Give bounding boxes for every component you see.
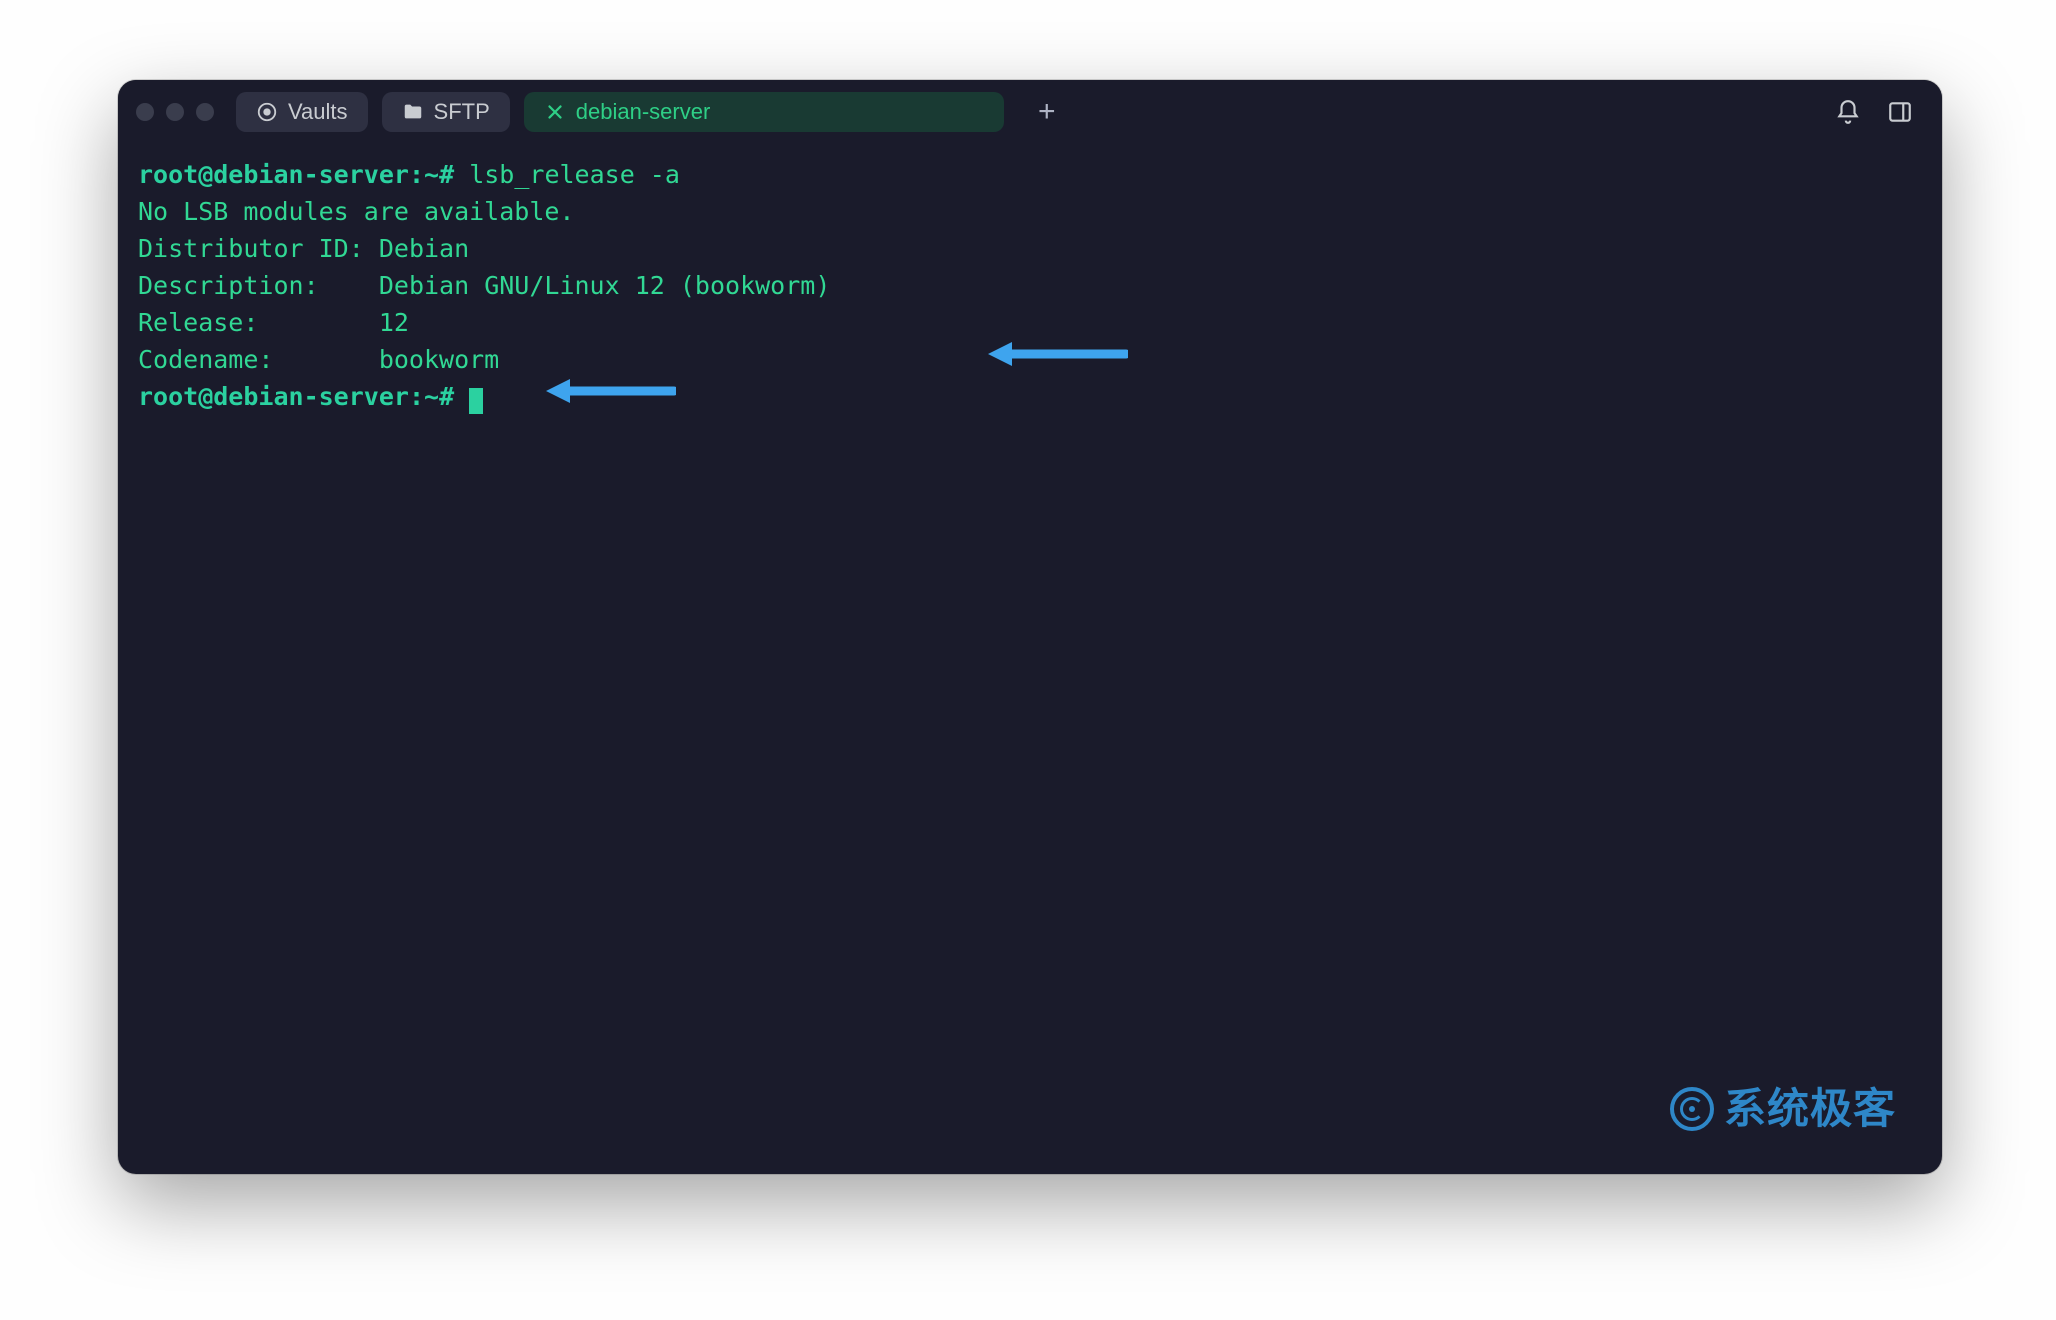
command-text: lsb_release -a xyxy=(469,160,680,189)
close-dot[interactable] xyxy=(136,103,154,121)
folder-icon xyxy=(402,101,424,123)
prompt-path: ~ xyxy=(424,382,439,411)
traffic-lights xyxy=(136,103,214,121)
panel-icon[interactable] xyxy=(1886,98,1914,126)
cursor xyxy=(469,388,483,414)
minimize-dot[interactable] xyxy=(166,103,184,121)
prompt-sep: : xyxy=(409,160,424,189)
bell-icon[interactable] xyxy=(1834,98,1862,126)
vaults-icon xyxy=(256,101,278,123)
output-distributor-value: Debian xyxy=(379,234,469,263)
prompt-user: root@debian-server xyxy=(138,382,409,411)
titlebar: Vaults SFTP debian-server + xyxy=(118,80,1942,144)
tab-label: debian-server xyxy=(576,99,711,125)
prompt-sep: : xyxy=(409,382,424,411)
terminal-window: Vaults SFTP debian-server + xyxy=(118,80,1942,1174)
tab-label: Vaults xyxy=(288,99,348,125)
tab-sftp[interactable]: SFTP xyxy=(382,92,510,132)
prompt-user: root@debian-server xyxy=(138,160,409,189)
output-release-value: 12 xyxy=(379,308,409,337)
close-icon[interactable] xyxy=(544,101,566,123)
output-codename-value: bookworm xyxy=(379,345,499,374)
prompt-symbol: # xyxy=(439,382,454,411)
annotation-arrow-icon xyxy=(988,265,1128,443)
output-distributor-label: Distributor ID: xyxy=(138,234,364,263)
prompt-path: ~ xyxy=(424,160,439,189)
tab-vaults[interactable]: Vaults xyxy=(236,92,368,132)
output-release-label: Release: xyxy=(138,308,258,337)
tab-label: SFTP xyxy=(434,99,490,125)
output-description-label: Description: xyxy=(138,271,319,300)
prompt-symbol: # xyxy=(439,160,454,189)
output-line: No LSB modules are available. xyxy=(138,197,575,226)
tab-active-terminal[interactable]: debian-server xyxy=(524,92,1004,132)
watermark-text: 系统极客 xyxy=(1724,1078,1896,1140)
annotation-arrow-icon xyxy=(546,302,676,480)
terminal-output[interactable]: root@debian-server:~# lsb_release -a No … xyxy=(118,144,1942,1174)
watermark: 系统极客 xyxy=(1670,1078,1896,1140)
output-description-value: Debian GNU/Linux 12 (bookworm) xyxy=(379,271,831,300)
new-tab-button[interactable]: + xyxy=(1028,93,1066,131)
watermark-logo-icon xyxy=(1670,1087,1714,1131)
output-codename-label: Codename: xyxy=(138,345,273,374)
maximize-dot[interactable] xyxy=(196,103,214,121)
